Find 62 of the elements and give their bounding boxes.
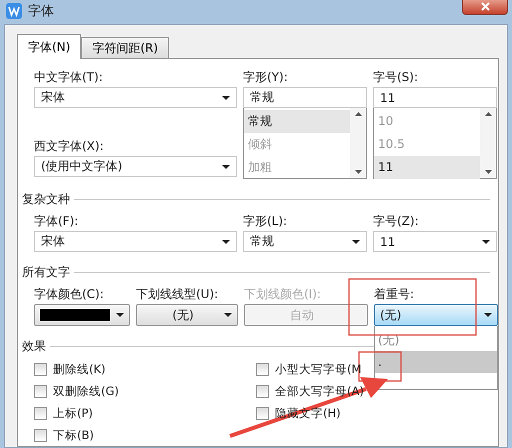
checkbox-label: 双删除线(G) [53,384,119,398]
checkbox-label: 删除线(K) [53,362,106,376]
scroll-up-icon[interactable] [484,112,492,116]
checkbox[interactable]: 下标(B) [34,424,94,446]
field-label: 下划线颜色(I): [244,286,322,303]
tab[interactable]: 字体(N) [17,34,82,59]
field-label: 中文字体(T): [34,69,104,86]
field-label: 字体(F): [34,213,80,230]
checkbox[interactable]: 上标(P) [34,402,93,424]
checkbox[interactable]: 双删除线(G) [34,380,119,402]
checkbox-box[interactable] [34,362,47,376]
checkbox-box[interactable] [256,406,269,420]
checkbox-label: 上标(P) [53,406,93,420]
caret-icon [224,313,232,317]
caret-icon [222,164,230,168]
color-dropdown[interactable] [34,304,130,326]
field-label: 字形(L): [243,213,288,230]
field-label: 西文字体(X): [34,138,105,155]
checkbox-box[interactable] [256,362,269,376]
scrollbar[interactable] [480,108,496,178]
checkbox[interactable]: 删除线(K) [34,358,106,380]
checkbox-box[interactable] [34,428,47,442]
caret-icon [352,240,360,244]
close-button[interactable] [462,0,508,15]
field-label: 字号(Z): [373,213,420,230]
input-field[interactable]: 常规 [243,87,367,108]
field-label: 字形(Y): [243,69,289,86]
field-label: 下划线线型(U): [136,286,220,303]
checkbox-box[interactable] [34,384,47,398]
window-title: 字体 [28,3,54,20]
list-option[interactable]: . [375,351,497,373]
scroll-up-icon[interactable] [354,112,362,116]
checkbox-label: 下标(B) [53,428,94,442]
app-icon [6,3,22,19]
checkbox-box[interactable] [34,406,47,420]
dropdown-field[interactable]: 宋体 [34,231,237,252]
scroll-down-icon[interactable] [484,170,492,174]
dropdown-button[interactable]: (无) [374,304,498,326]
caret-icon [484,313,492,317]
scrollbar[interactable] [350,108,366,178]
caret-icon [222,240,230,244]
caret-icon [116,313,124,317]
dropdown-field[interactable]: 11 [373,231,497,252]
section-heading: 所有文字 [22,264,70,280]
caret-icon [222,96,230,100]
caret-icon [482,240,490,244]
field-label: 字号(S): [373,69,420,86]
tab[interactable]: 字符间距(R) [81,37,170,58]
field-label: 字体颜色(C): [34,286,105,303]
input-field[interactable]: 11 [373,87,497,108]
field-label: 着重号: [374,286,416,303]
section-heading: 复杂文种 [22,190,70,208]
close-icon [480,2,490,11]
list-option[interactable]: 11 [374,156,480,179]
scroll-down-icon[interactable] [354,170,362,174]
list-option[interactable]: 常规 [244,110,350,133]
dropdown-button[interactable]: (无) [136,304,238,326]
checkbox-box[interactable] [256,384,269,398]
dropdown-field[interactable]: 常规 [243,231,367,252]
dropdown-field[interactable]: 宋体 [34,87,237,108]
section-heading: 效果 [22,338,46,354]
dropdown-field[interactable]: (使用中文字体) [34,156,237,177]
